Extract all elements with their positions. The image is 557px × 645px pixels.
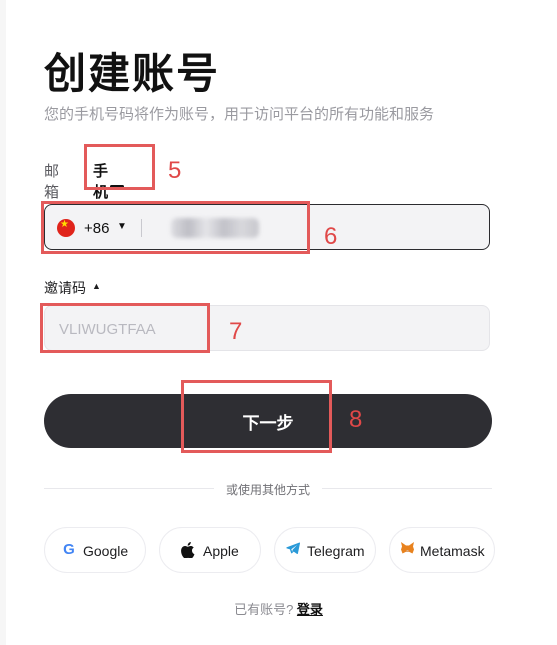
google-icon: G bbox=[63, 541, 75, 558]
annotation-number-6: 6 bbox=[324, 223, 338, 250]
metamask-label: Metamask bbox=[420, 543, 485, 559]
annotation-number-5: 5 bbox=[168, 157, 182, 184]
annotation-number-8: 8 bbox=[349, 406, 363, 433]
telegram-label: Telegram bbox=[307, 543, 365, 559]
apple-login-button[interactable]: Apple bbox=[159, 527, 261, 573]
login-prompt-text: 已有账号? bbox=[234, 602, 294, 617]
annotation-box-5 bbox=[84, 144, 155, 190]
telegram-icon bbox=[285, 542, 301, 558]
divider-line-right bbox=[322, 488, 492, 489]
annotation-box-6 bbox=[41, 201, 310, 254]
google-login-button[interactable]: G Google bbox=[44, 527, 146, 573]
page-subtitle: 您的手机号码将作为账号，用于访问平台的所有功能和服务 bbox=[44, 106, 435, 123]
login-prompt-row: 已有账号? 登录 bbox=[0, 599, 557, 618]
google-label: Google bbox=[83, 543, 129, 559]
metamask-icon bbox=[399, 542, 415, 558]
apple-icon bbox=[180, 542, 196, 559]
apple-label: Apple bbox=[203, 543, 239, 559]
login-link[interactable]: 登录 bbox=[297, 602, 323, 617]
tab-email[interactable]: 邮箱 bbox=[44, 160, 59, 202]
annotation-number-7: 7 bbox=[229, 318, 243, 345]
create-account-page: 创建账号 您的手机号码将作为账号，用于访问平台的所有功能和服务 邮箱 手机号 ★… bbox=[0, 0, 557, 645]
alternative-login-text: 或使用其他方式 bbox=[225, 483, 310, 497]
telegram-login-button[interactable]: Telegram bbox=[274, 527, 376, 573]
caret-up-icon[interactable]: ▲ bbox=[92, 281, 101, 291]
left-edge-shadow bbox=[0, 0, 6, 645]
metamask-login-button[interactable]: Metamask bbox=[389, 527, 495, 573]
annotation-box-7 bbox=[40, 303, 210, 353]
annotation-box-8 bbox=[181, 380, 332, 453]
invite-code-label: 邀请码 bbox=[44, 280, 86, 296]
page-title: 创建账号 bbox=[44, 50, 221, 97]
